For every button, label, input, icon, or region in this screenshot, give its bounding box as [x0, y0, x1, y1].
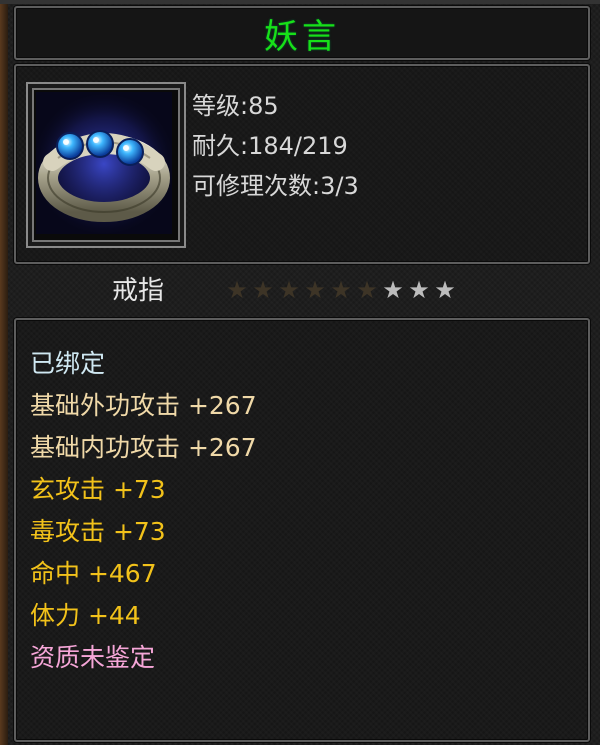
star-icon: ★: [382, 276, 404, 304]
star-rating: ★ ★ ★ ★ ★ ★ ★ ★ ★: [225, 278, 457, 302]
item-tooltip: 妖言 等级:85 耐久:184/219 可修理次数:3/3 戒指 ★ ★ ★ ★…: [0, 0, 600, 745]
item-name: 妖言: [264, 16, 340, 57]
item-level: 等级:85: [192, 92, 279, 120]
star-icon: ★: [226, 276, 248, 304]
attribute-line: 资质未鉴定: [30, 643, 156, 672]
star-icon: ★: [356, 276, 378, 304]
attribute-line: 基础外功攻击 +267: [30, 391, 257, 420]
star-icon: ★: [330, 276, 352, 304]
item-repair-count: 可修理次数:3/3: [192, 172, 359, 200]
attribute-line: 毒攻击 +73: [30, 517, 166, 546]
star-icon: ★: [408, 276, 430, 304]
star-icon: ★: [252, 276, 274, 304]
star-icon: ★: [304, 276, 326, 304]
attribute-line: 体力 +44: [30, 601, 141, 630]
window-edge: [0, 0, 8, 745]
attribute-line: 已绑定: [30, 349, 106, 378]
star-icon: ★: [278, 276, 300, 304]
attribute-line: 基础内功攻击 +267: [30, 433, 257, 462]
star-icon: ★: [434, 276, 456, 304]
item-icon-frame: [26, 82, 186, 248]
ring-icon: [36, 92, 172, 234]
item-type: 戒指: [112, 276, 165, 306]
item-durability: 耐久:184/219: [192, 132, 348, 160]
title-bar: 妖言: [14, 6, 590, 60]
window-edge-top: [0, 0, 600, 4]
attribute-line: 玄攻击 +73: [30, 475, 166, 504]
attribute-line: 命中 +467: [30, 559, 157, 588]
